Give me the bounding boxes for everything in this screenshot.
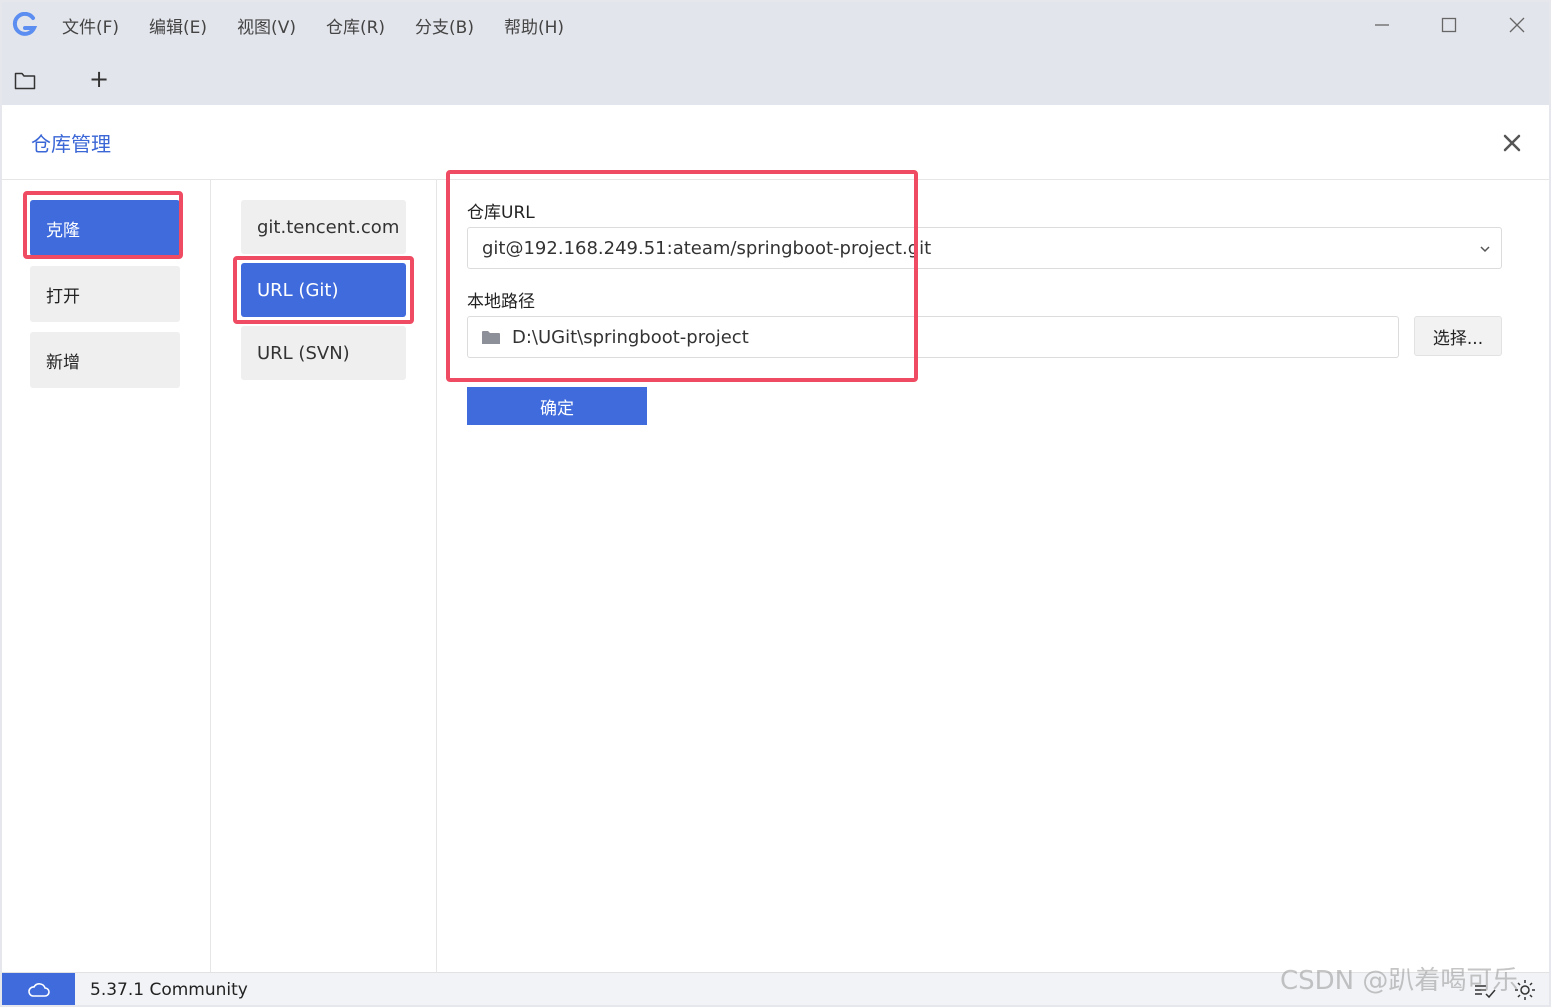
- app-window: 文件(F) 编辑(E) 视图(V) 仓库(R) 分支(B) 帮助(H) + 仓库…: [2, 2, 1549, 1005]
- maximize-button[interactable]: [1419, 2, 1479, 48]
- repo-url-label: 仓库URL: [467, 203, 535, 223]
- cloud-icon: [27, 982, 50, 997]
- minimize-button[interactable]: [1352, 2, 1412, 48]
- menu-bar: 文件(F) 编辑(E) 视图(V) 仓库(R) 分支(B) 帮助(H): [62, 2, 594, 48]
- confirm-button-label: 确定: [540, 398, 574, 419]
- plus-icon[interactable]: +: [89, 65, 109, 93]
- nav-clone-label: 克隆: [46, 220, 80, 241]
- divider: [210, 180, 211, 974]
- minimize-icon: [1375, 24, 1389, 26]
- source-tencent[interactable]: git.tencent.com: [241, 200, 406, 254]
- nav-open-label: 打开: [46, 286, 80, 307]
- menu-help[interactable]: 帮助(H): [504, 13, 564, 38]
- dialog-title: 仓库管理: [31, 132, 111, 156]
- toolbar: +: [2, 48, 1549, 105]
- choose-button-label: 选择...: [1432, 328, 1484, 349]
- source-url-svn-label: URL (SVN): [257, 342, 350, 364]
- local-path-value: D:\UGit\springboot-project: [512, 326, 749, 348]
- cloud-button[interactable]: [2, 973, 75, 1005]
- nav-clone[interactable]: 克隆: [30, 200, 180, 256]
- local-path-label: 本地路径: [467, 292, 535, 312]
- menu-edit[interactable]: 编辑(E): [149, 13, 207, 38]
- repo-url-select[interactable]: git@192.168.249.51:ateam/springboot-proj…: [467, 227, 1502, 269]
- nav-open[interactable]: 打开: [30, 266, 180, 322]
- window-close-button[interactable]: [1487, 2, 1547, 48]
- source-tencent-label: git.tencent.com: [257, 216, 400, 238]
- app-logo-icon: [12, 12, 38, 36]
- dialog-close-icon[interactable]: [1498, 129, 1526, 157]
- choose-button[interactable]: 选择...: [1414, 316, 1502, 356]
- menu-repository[interactable]: 仓库(R): [326, 13, 385, 38]
- close-icon: [1509, 17, 1525, 33]
- maximize-icon: [1441, 17, 1457, 33]
- source-url-git[interactable]: URL (Git): [241, 263, 406, 317]
- chevron-down-icon: [1480, 246, 1490, 253]
- menu-branch[interactable]: 分支(B): [415, 13, 474, 38]
- confirm-button[interactable]: 确定: [467, 387, 647, 425]
- repo-url-value: git@192.168.249.51:ateam/springboot-proj…: [482, 237, 932, 259]
- title-bar: 文件(F) 编辑(E) 视图(V) 仓库(R) 分支(B) 帮助(H): [2, 2, 1549, 48]
- source-url-svn[interactable]: URL (SVN): [241, 326, 406, 380]
- menu-view[interactable]: 视图(V): [237, 13, 296, 38]
- watermark: CSDN @趴着喝可乐: [1280, 966, 1519, 996]
- folder-icon: [482, 330, 500, 344]
- source-url-git-label: URL (Git): [257, 279, 339, 301]
- nav-add-label: 新增: [46, 352, 80, 373]
- divider: [2, 179, 1549, 180]
- menu-file[interactable]: 文件(F): [62, 13, 119, 38]
- folder-icon[interactable]: [14, 70, 36, 90]
- nav-add[interactable]: 新增: [30, 332, 180, 388]
- local-path-input[interactable]: D:\UGit\springboot-project: [467, 316, 1399, 358]
- divider: [436, 180, 437, 974]
- version-text: 5.37.1 Community: [90, 980, 248, 1000]
